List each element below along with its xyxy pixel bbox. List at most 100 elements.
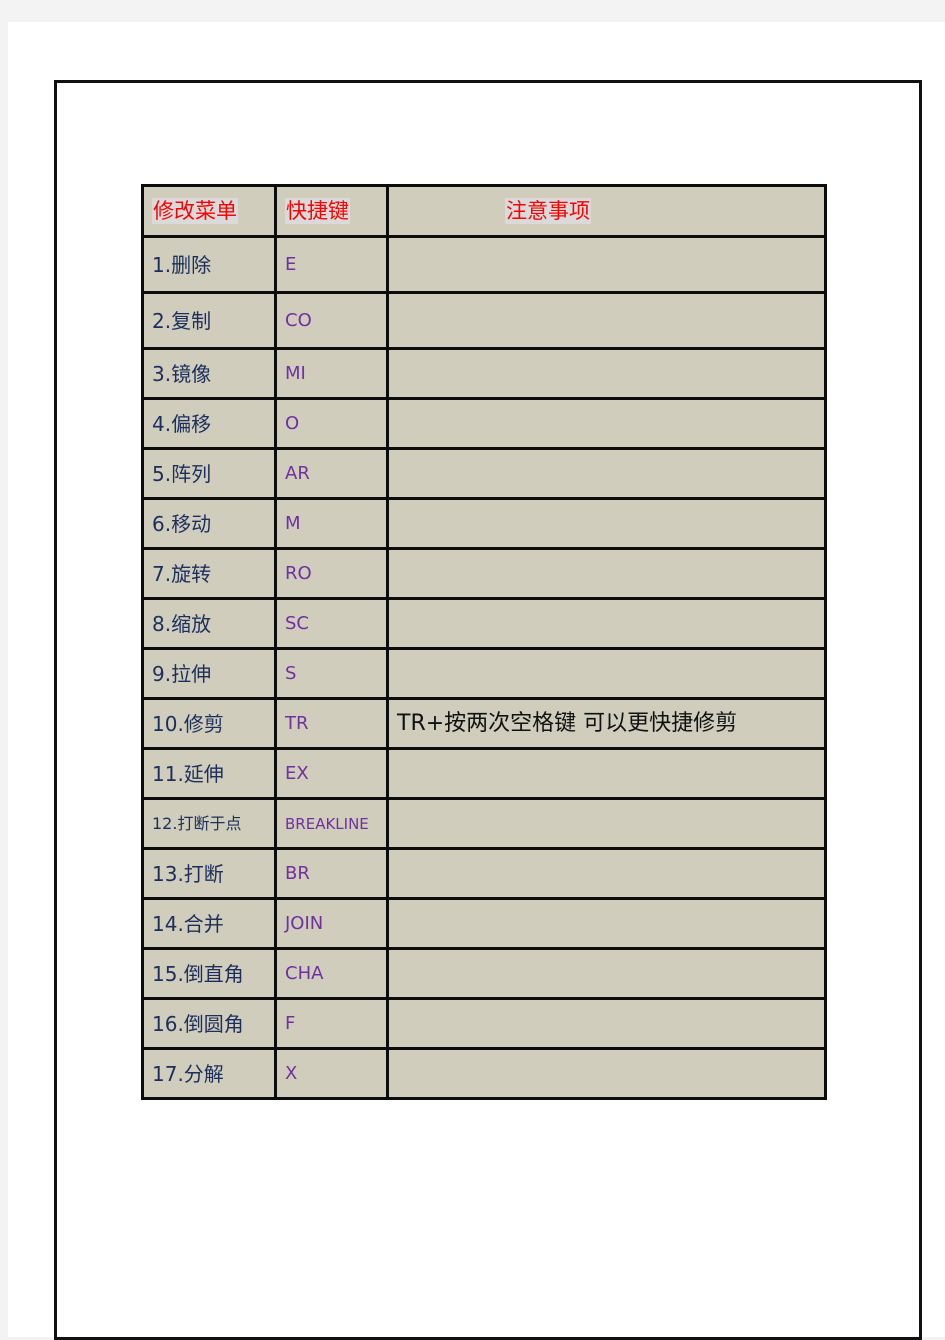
item-cell: 5.阵列 (141, 447, 277, 500)
table-row: 13.打断 BR (141, 847, 827, 900)
table-row: 6.移动 M (141, 497, 827, 550)
note-cell (386, 647, 827, 700)
table-row: 7.旋转 RO (141, 547, 827, 600)
header-cell-notes: 注意事项 (386, 184, 827, 238)
header-menu: 修改菜单 (152, 198, 238, 224)
header-shortcut: 快捷键 (285, 198, 350, 224)
item-cell: 8.缩放 (141, 597, 277, 650)
menu-item: 11.延伸 (152, 761, 224, 786)
shortcut-cell: SC (274, 597, 389, 650)
note-cell (386, 797, 827, 850)
shortcut-cell: RO (274, 547, 389, 600)
table-row: 8.缩放 SC (141, 597, 827, 650)
item-cell: 9.拉伸 (141, 647, 277, 700)
item-cell: 2.复制 (141, 291, 277, 350)
note-cell (386, 447, 827, 500)
menu-item: 15.倒直角 (152, 961, 244, 986)
menu-item: 8.缩放 (152, 611, 212, 636)
header-cell-shortcut: 快捷键 (274, 184, 389, 238)
header-notes: 注意事项 (505, 198, 591, 224)
shortcut: X (285, 1062, 298, 1084)
item-cell: 17.分解 (141, 1047, 277, 1100)
shortcut-cell: CO (274, 291, 389, 350)
item-cell: 11.延伸 (141, 747, 277, 800)
note-cell (386, 747, 827, 800)
shortcut-cell: MI (274, 347, 389, 400)
shortcut-cell: AR (274, 447, 389, 500)
note-cell (386, 597, 827, 650)
item-cell: 15.倒直角 (141, 947, 277, 1000)
menu-item: 16.倒圆角 (152, 1011, 244, 1036)
shortcut: EX (285, 762, 309, 784)
shortcut-cell: F (274, 997, 389, 1050)
shortcut: S (285, 662, 297, 684)
table-row: 9.拉伸 S (141, 647, 827, 700)
shortcut: CO (285, 309, 312, 331)
note-cell (386, 847, 827, 900)
menu-item: 4.偏移 (152, 411, 212, 436)
note: TR+按两次空格键 可以更快捷修剪 (397, 710, 738, 736)
menu-item: 7.旋转 (152, 561, 212, 586)
shortcut: JOIN (285, 912, 324, 934)
table-row: 16.倒圆角 F (141, 997, 827, 1050)
item-cell: 4.偏移 (141, 397, 277, 450)
header-row: 修改菜单 快捷键 注意事项 (141, 184, 827, 238)
shortcut-cell: JOIN (274, 897, 389, 950)
shortcut: BR (285, 862, 310, 884)
note-cell (386, 397, 827, 450)
menu-item: 5.阵列 (152, 461, 212, 486)
shortcut-table: 修改菜单 快捷键 注意事项 1.删除 E 2.复制 CO 3.镜像 MI 4.偏… (141, 184, 827, 1100)
shortcut: E (285, 253, 297, 275)
shortcut-cell: TR (274, 697, 389, 750)
note-cell (386, 347, 827, 400)
shortcut-cell: E (274, 235, 389, 294)
shortcut-cell: EX (274, 747, 389, 800)
shortcut-cell: CHA (274, 947, 389, 1000)
menu-item: 17.分解 (152, 1061, 224, 1086)
item-cell: 10.修剪 (141, 697, 277, 750)
shortcut: RO (285, 562, 312, 584)
shortcut-cell: S (274, 647, 389, 700)
menu-item: 2.复制 (152, 308, 212, 333)
note-cell (386, 947, 827, 1000)
note-cell (386, 997, 827, 1050)
table-row: 14.合并 JOIN (141, 897, 827, 950)
table-row: 2.复制 CO (141, 291, 827, 350)
table-row: 3.镜像 MI (141, 347, 827, 400)
note-cell (386, 291, 827, 350)
table-row: 15.倒直角 CHA (141, 947, 827, 1000)
table-row: 1.删除 E (141, 235, 827, 294)
shortcut: O (285, 412, 300, 434)
note-cell (386, 235, 827, 294)
shortcut-cell: X (274, 1047, 389, 1100)
item-cell: 3.镜像 (141, 347, 277, 400)
shortcut: F (285, 1012, 296, 1034)
shortcut-cell: O (274, 397, 389, 450)
table-row: 4.偏移 O (141, 397, 827, 450)
table-row: 10.修剪 TR TR+按两次空格键 可以更快捷修剪 (141, 697, 827, 750)
shortcut: MI (285, 362, 306, 384)
item-cell: 13.打断 (141, 847, 277, 900)
shortcut: AR (285, 462, 310, 484)
shortcut: M (285, 512, 301, 534)
item-cell: 16.倒圆角 (141, 997, 277, 1050)
shortcut-cell: BR (274, 847, 389, 900)
shortcut-cell: BREAKLINE (274, 797, 389, 850)
note-cell (386, 1047, 827, 1100)
shortcut: CHA (285, 962, 324, 984)
menu-item: 14.合并 (152, 911, 224, 936)
menu-item: 1.删除 (152, 252, 212, 277)
item-cell: 6.移动 (141, 497, 277, 550)
shortcut: TR (285, 712, 309, 734)
note-cell (386, 497, 827, 550)
note-cell: TR+按两次空格键 可以更快捷修剪 (386, 697, 827, 750)
header-cell-menu: 修改菜单 (141, 184, 277, 238)
table-row: 5.阵列 AR (141, 447, 827, 500)
item-cell: 12.打断于点 (141, 797, 277, 850)
menu-item: 6.移动 (152, 511, 212, 536)
menu-item: 13.打断 (152, 861, 224, 886)
menu-item: 9.拉伸 (152, 661, 212, 686)
note-cell (386, 547, 827, 600)
menu-item: 12.打断于点 (152, 813, 242, 833)
item-cell: 1.删除 (141, 235, 277, 294)
